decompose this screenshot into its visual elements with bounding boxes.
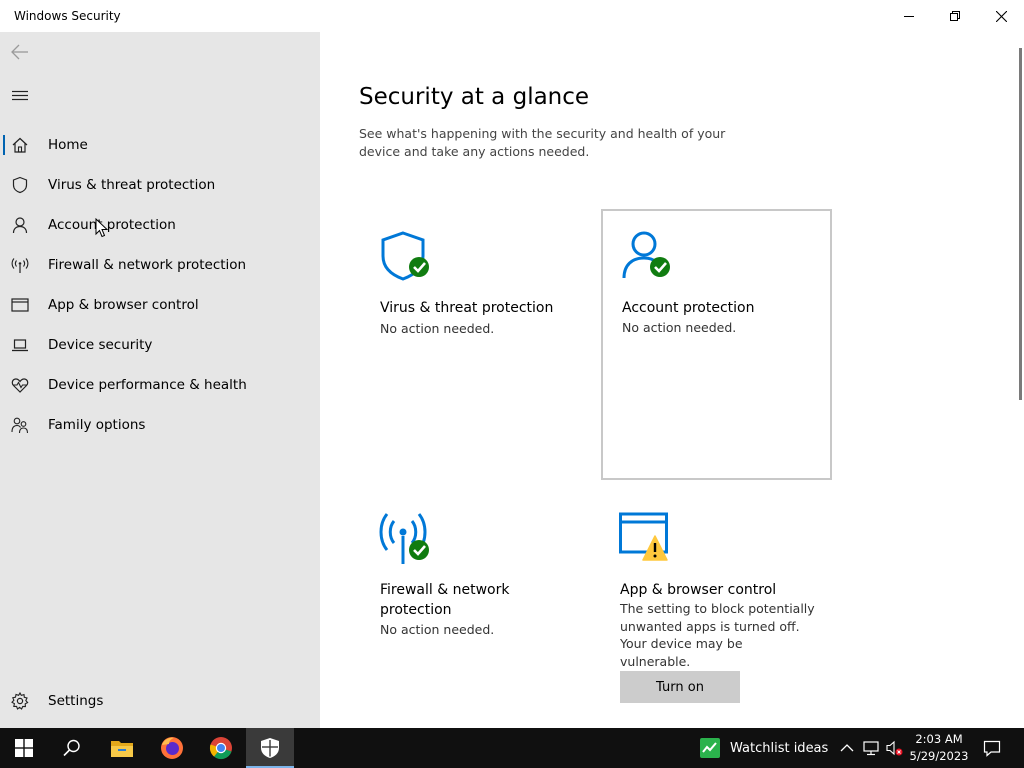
- search-icon: [63, 739, 80, 757]
- browser-warning-icon: [619, 512, 668, 561]
- page-title: Security at a glance: [359, 84, 590, 110]
- person-icon: [12, 217, 28, 234]
- tile-title: App & browser control: [620, 582, 777, 598]
- hamburger-menu-button[interactable]: [8, 86, 32, 106]
- chevron-up-icon[interactable]: [838, 739, 856, 757]
- tile-title: Virus & threat protection: [380, 300, 554, 316]
- tile-status: The setting to block potentially unwante…: [620, 601, 815, 669]
- start-icon: [15, 739, 33, 757]
- tile-status: No action needed.: [380, 622, 495, 637]
- heart-pulse-icon: [11, 378, 29, 393]
- windows-security-icon: [261, 738, 279, 758]
- tile-title: Firewall & network protection: [380, 582, 510, 618]
- main-content: Security at a glance See what's happenin…: [320, 32, 1024, 728]
- sidebar-item-label: App & browser control: [48, 297, 199, 313]
- clock[interactable]: 2:03 AM 5/29/2023: [906, 731, 972, 765]
- person-check-icon: [622, 231, 670, 279]
- family-icon: [11, 417, 29, 434]
- watchlist-label: Watchlist ideas: [730, 740, 829, 756]
- clock-time: 2:03 AM: [915, 732, 963, 746]
- restore-icon: [950, 11, 960, 21]
- turn-on-button[interactable]: Turn on: [620, 671, 740, 703]
- shield-check-icon: [381, 231, 429, 281]
- close-icon: [995, 10, 1007, 22]
- browser-window-icon: [11, 298, 29, 312]
- sidebar-item-family-options[interactable]: Family options: [0, 407, 320, 443]
- clock-date: 5/29/2023: [909, 749, 969, 763]
- sidebar-item-virus-threat-protection[interactable]: Virus & threat protection: [0, 167, 320, 203]
- restore-button[interactable]: [932, 0, 978, 32]
- firefox-button[interactable]: [148, 728, 196, 768]
- selected-indicator: [3, 135, 5, 155]
- tile-firewall-network-protection[interactable]: Firewall & network protection No action …: [361, 490, 591, 728]
- back-button[interactable]: [8, 42, 32, 62]
- shield-icon: [12, 176, 28, 194]
- minimize-button[interactable]: [886, 0, 932, 32]
- sidebar-item-device-performance[interactable]: Device performance & health: [0, 367, 320, 403]
- page-description: See what's happening with the security a…: [359, 126, 726, 159]
- network-icon[interactable]: [862, 739, 880, 757]
- file-explorer-icon: [111, 741, 133, 757]
- sidebar: Home Virus & threat protection Account p…: [0, 32, 320, 728]
- laptop-icon: [12, 339, 28, 352]
- scrollbar[interactable]: [1019, 48, 1022, 400]
- sidebar-item-settings[interactable]: Settings: [0, 683, 320, 719]
- back-arrow-icon: [11, 44, 28, 60]
- tile-virus-threat-protection[interactable]: Virus & threat protection No action need…: [361, 210, 591, 480]
- window-title: Windows Security: [14, 9, 121, 23]
- notifications-icon[interactable]: [983, 739, 1001, 757]
- sidebar-item-app-browser-control[interactable]: App & browser control: [0, 287, 320, 323]
- sidebar-item-label: Device security: [48, 337, 153, 353]
- chrome-icon: [209, 737, 232, 760]
- sidebar-item-label: Family options: [48, 417, 146, 433]
- search-button[interactable]: [48, 728, 96, 768]
- title-bar: Windows Security: [0, 0, 1024, 32]
- gear-icon: [11, 692, 29, 710]
- hamburger-icon: [12, 90, 28, 101]
- tile-status: No action needed.: [622, 320, 737, 335]
- antenna-icon: [11, 258, 29, 273]
- sidebar-item-label: Home: [48, 137, 88, 153]
- tile-status: No action needed.: [380, 321, 495, 336]
- sidebar-item-label: Firewall & network protection: [48, 257, 247, 273]
- stock-chart-icon: [700, 738, 720, 758]
- minimize-icon: [904, 16, 914, 17]
- sidebar-item-label: Device performance & health: [48, 377, 247, 393]
- watchlist-widget[interactable]: Watchlist ideas: [700, 728, 828, 768]
- file-explorer-button[interactable]: [98, 728, 146, 768]
- mouse-cursor-icon: [95, 218, 109, 238]
- sidebar-item-account-protection[interactable]: Account protection: [0, 207, 320, 243]
- sidebar-item-firewall[interactable]: Firewall & network protection: [0, 247, 320, 283]
- chrome-button[interactable]: [197, 728, 245, 768]
- sidebar-item-home[interactable]: Home: [0, 127, 320, 163]
- close-button[interactable]: [978, 0, 1024, 32]
- tile-account-protection[interactable]: Account protection No action needed.: [601, 209, 832, 480]
- tile-title: Account protection: [622, 300, 755, 316]
- antenna-check-icon: [379, 513, 429, 564]
- settings-label: Settings: [48, 693, 104, 709]
- sidebar-item-device-security[interactable]: Device security: [0, 327, 320, 363]
- windows-security-taskbar-button[interactable]: [246, 728, 294, 768]
- sidebar-item-label: Account protection: [48, 217, 176, 233]
- sidebar-item-label: Virus & threat protection: [48, 177, 216, 193]
- volume-muted-icon[interactable]: [885, 739, 903, 757]
- firefox-icon: [161, 737, 183, 759]
- home-icon: [12, 137, 28, 153]
- taskbar: Watchlist ideas 2:03 AM 5/29/2023: [0, 728, 1024, 768]
- start-button[interactable]: [0, 728, 48, 768]
